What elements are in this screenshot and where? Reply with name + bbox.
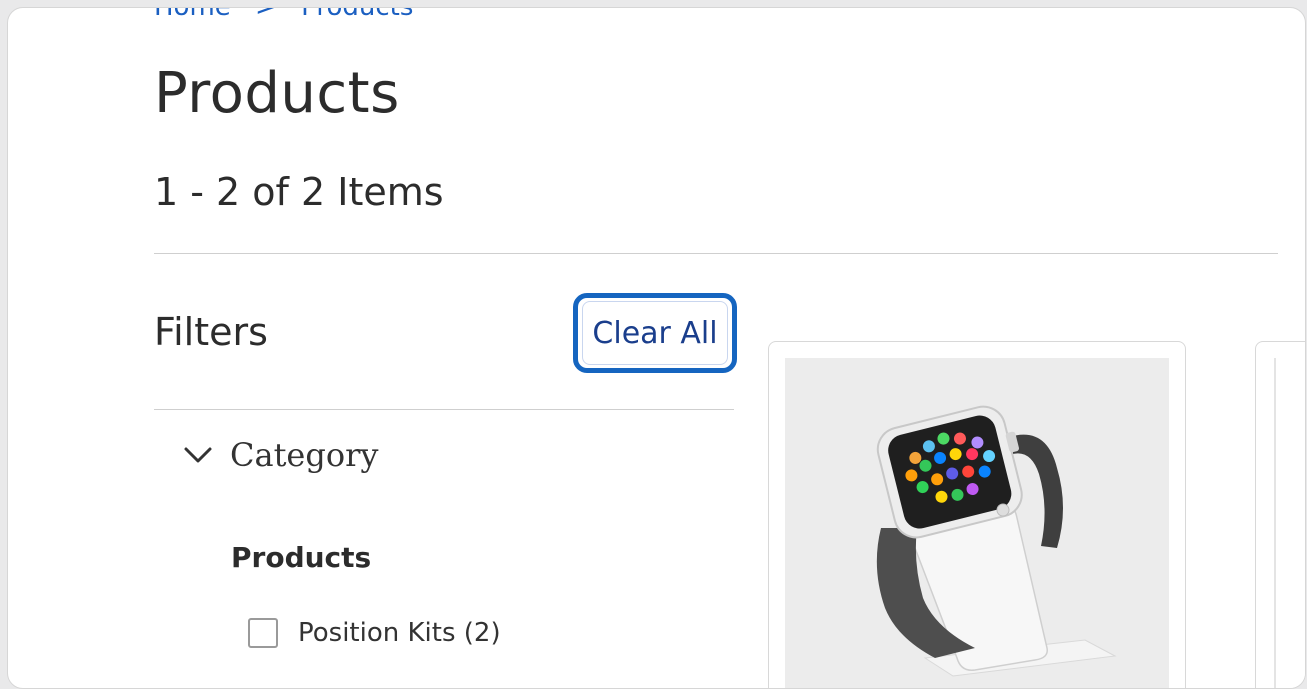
breadcrumb: Home > Products [154,7,429,22]
filter-option-label: Position Kits (2) [298,618,501,648]
breadcrumb-separator: > [255,7,277,22]
category-filter-label: Category [230,436,379,474]
filters-divider [154,409,734,410]
page-title: Products [154,61,400,126]
breadcrumb-current[interactable]: Products [301,8,413,22]
product-card[interactable] [1255,341,1305,688]
category-subheading: Products [231,541,372,574]
product-card[interactable] [768,341,1186,688]
category-filter-toggle[interactable]: Category [180,436,378,474]
smartwatch-stand-icon [876,405,1117,677]
filters-heading: Filters [154,310,268,354]
clear-all-label: Clear All [582,301,728,365]
header-divider [154,253,1278,254]
chevron-down-icon [184,447,212,463]
product-image[interactable] [1274,358,1276,688]
item-count: 1 - 2 of 2 Items [154,170,444,214]
clear-all-button[interactable]: Clear All [573,293,737,373]
breadcrumb-home-link[interactable]: Home [154,8,231,22]
page-frame: Home > Products Products 1 - 2 of 2 Item… [7,7,1306,689]
product-image[interactable] [785,358,1169,688]
filter-checkbox[interactable] [248,618,278,648]
filter-option-position-kits[interactable]: Position Kits (2) [248,618,501,648]
